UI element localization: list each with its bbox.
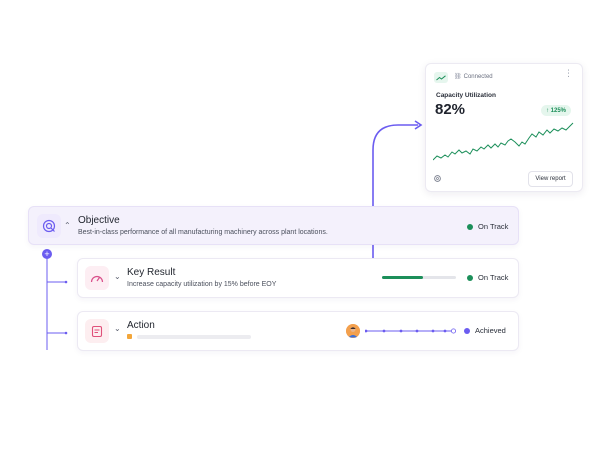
action-status: Achieved [464, 326, 506, 335]
task-clipboard-icon [91, 325, 103, 337]
capacity-utilization-card: ⛓ Connected ⋮ Capacity Utilization 82% ↑… [425, 63, 583, 192]
action-marker [127, 334, 132, 339]
status-label: Achieved [475, 326, 506, 335]
add-node-button[interactable]: + [42, 249, 52, 259]
link-icon: ⛓ [454, 74, 462, 80]
expand-chevron-icon[interactable]: ⌄ [114, 324, 121, 333]
connected-indicator: ⛓ Connected [454, 73, 493, 81]
key-result-row[interactable]: ⌄ Key Result Increase capacity utilizati… [77, 258, 519, 298]
status-dot [467, 274, 473, 281]
collapse-chevron-icon[interactable]: ⌃ [64, 221, 71, 230]
gauge-icon [90, 275, 104, 283]
card-title: Capacity Utilization [436, 92, 496, 99]
status-dot [464, 327, 470, 334]
trend-chip [434, 72, 448, 83]
person-avatar-icon [346, 324, 360, 338]
objective-status: On Track [467, 222, 508, 231]
action-title: Action [127, 320, 155, 331]
key-result-progress-track [382, 276, 456, 279]
metric-value: 82% [435, 101, 466, 118]
action-row[interactable]: ⌄ Action Achieved [77, 311, 519, 351]
status-dot [467, 223, 473, 230]
trend-up-icon [436, 74, 446, 80]
delta-badge: ↑ 125% [541, 105, 571, 116]
objective-row[interactable]: ⌃ Objective Best-in-class performance of… [28, 206, 519, 245]
objective-description: Best-in-class performance of all manufac… [78, 229, 328, 236]
status-label: On Track [478, 222, 509, 231]
settings-gear-icon[interactable] [433, 174, 442, 183]
key-result-title: Key Result [127, 267, 176, 278]
expand-chevron-icon[interactable]: ⌄ [114, 272, 121, 281]
plus-icon: + [44, 248, 50, 259]
key-result-description: Increase capacity utilization by 15% bef… [127, 281, 277, 288]
action-placeholder-bar [137, 335, 251, 339]
action-icon-box [85, 319, 109, 343]
sparkline-chart [433, 122, 574, 161]
milestone-timeline [365, 328, 457, 334]
key-result-icon-box [85, 266, 109, 290]
key-result-progress-fill [382, 276, 423, 279]
assignee-avatar[interactable] [346, 324, 360, 338]
status-label: On Track [478, 273, 509, 282]
view-report-button[interactable]: View report [528, 171, 573, 187]
objective-title: Objective [78, 215, 120, 226]
key-result-status: On Track [467, 273, 508, 282]
more-options-icon[interactable]: ⋮ [564, 69, 573, 78]
objective-icon-box [37, 214, 61, 238]
connected-label: Connected [463, 73, 493, 80]
target-icon [42, 219, 56, 233]
